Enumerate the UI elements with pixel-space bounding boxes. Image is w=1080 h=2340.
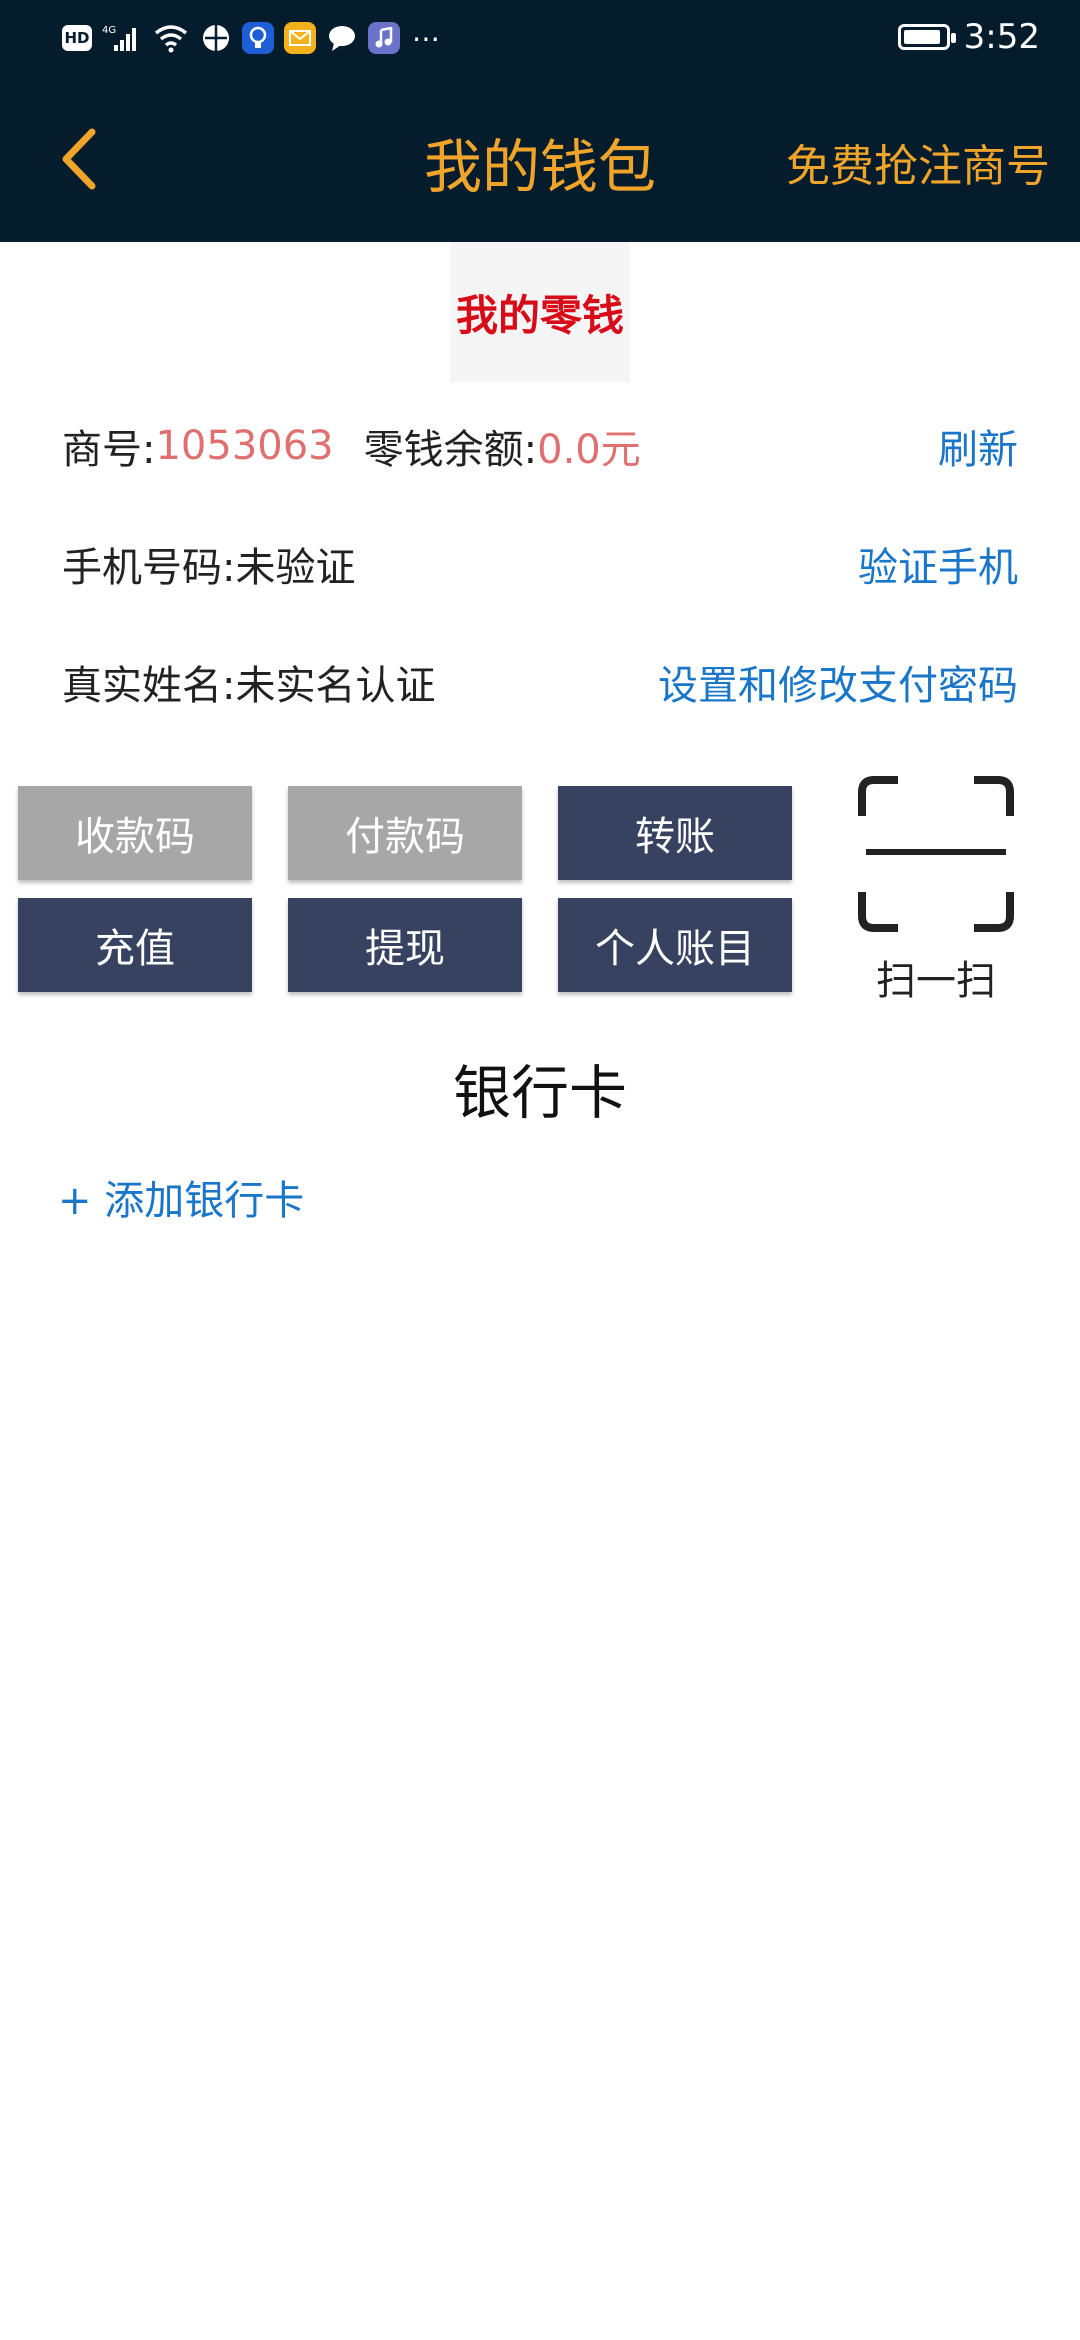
battery-icon: [897, 24, 956, 50]
refresh-link[interactable]: 刷新: [938, 417, 1018, 475]
more-icon: ⋯: [412, 21, 440, 55]
add-bank-card-link[interactable]: + 添加银行卡: [58, 1168, 304, 1226]
scan-button[interactable]: [858, 776, 1014, 932]
balance-value: 0.0元: [537, 427, 641, 473]
battery-fill: [903, 30, 940, 44]
wifi-icon: [152, 22, 190, 54]
withdraw-button[interactable]: 提现: [288, 898, 522, 992]
phone-value: 未验证: [235, 545, 356, 591]
recharge-button[interactable]: 充值: [18, 898, 252, 992]
payment-code-button[interactable]: 付款码: [288, 786, 522, 880]
name-value: 未实名认证: [235, 663, 436, 709]
status-icons: HD 4G ⋯: [62, 18, 442, 58]
hd-icon: HD: [62, 25, 92, 51]
set-password-link[interactable]: 设置和修改支付密码: [658, 653, 1018, 711]
phone-label: 手机号码:: [62, 545, 236, 591]
receive-code-button[interactable]: 收款码: [18, 786, 252, 880]
chat-icon: [326, 22, 358, 54]
tab-my-change[interactable]: 我的零钱: [450, 242, 630, 382]
top-bar: HD 4G ⋯ 3:52 我的钱包 免费抢注商号: [0, 0, 1080, 242]
status-bar: HD 4G ⋯ 3:52: [0, 0, 1080, 74]
records-button[interactable]: 个人账目: [558, 898, 792, 992]
scan-icon: [858, 776, 1014, 932]
clock: 3:52: [963, 17, 1040, 57]
scan-label[interactable]: 扫一扫: [840, 948, 1032, 1006]
svg-text:4G: 4G: [102, 25, 116, 36]
balance-label: 零钱余额:: [363, 427, 538, 473]
register-merchant-button[interactable]: 免费抢注商号: [786, 130, 1050, 194]
bank-card-title: 银行卡: [452, 1059, 627, 1127]
merchant-value: 1053063: [155, 423, 334, 469]
signal-4g-icon: 4G: [102, 22, 142, 54]
merchant-label: 商号:: [62, 427, 156, 473]
name-label: 真实姓名:: [62, 663, 236, 709]
mail-app-icon: [284, 22, 316, 54]
music-app-icon: [368, 22, 400, 54]
vpn-icon: [200, 22, 232, 54]
merchant-row: 商号: 1053063 零钱余额: 0.0元 刷新: [62, 416, 1018, 476]
phone-row: 手机号码: 未验证 验证手机: [62, 534, 1018, 594]
status-right: 3:52: [897, 14, 1040, 60]
bulb-app-icon: [242, 22, 274, 54]
name-row: 真实姓名: 未实名认证 设置和修改支付密码: [62, 652, 1018, 712]
transfer-button[interactable]: 转账: [558, 786, 792, 880]
verify-phone-link[interactable]: 验证手机: [858, 535, 1018, 593]
